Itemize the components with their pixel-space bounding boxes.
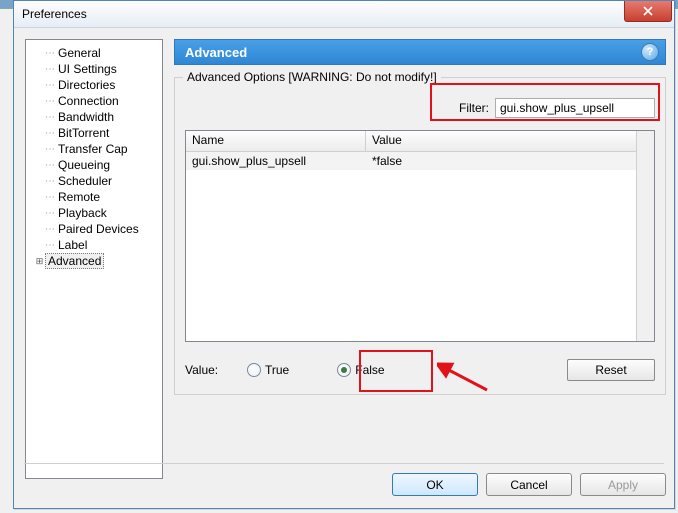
tree-item-directories[interactable]: ⋯Directories <box>28 77 160 93</box>
tree-item-ui-settings[interactable]: ⋯UI Settings <box>28 61 160 77</box>
close-button[interactable] <box>624 1 672 22</box>
cancel-button[interactable]: Cancel <box>486 473 572 496</box>
tree-item-paired-devices[interactable]: ⋯Paired Devices <box>28 221 160 237</box>
ok-button[interactable]: OK <box>392 473 478 496</box>
tree-item-scheduler[interactable]: ⋯Scheduler <box>28 173 160 189</box>
tree-item-label: Scheduler <box>56 174 114 188</box>
expand-icon[interactable]: ⊞ <box>34 256 45 267</box>
tree-branch-icon: ⋯ <box>45 224 54 235</box>
tree-item-label: Transfer Cap <box>56 142 130 156</box>
radio-false-label: False <box>355 363 384 377</box>
window-title: Preferences <box>22 7 87 21</box>
tree-item-label: Queueing <box>56 158 112 172</box>
tree-item-queueing[interactable]: ⋯Queueing <box>28 157 160 173</box>
tree-item-bittorrent[interactable]: ⋯BitTorrent <box>28 125 160 141</box>
tree-branch-icon: ⋯ <box>45 96 54 107</box>
apply-button[interactable]: Apply <box>580 473 666 496</box>
radio-true[interactable]: True <box>247 363 289 377</box>
tree-item-label: Paired Devices <box>56 222 141 236</box>
reset-button[interactable]: Reset <box>567 359 655 381</box>
titlebar[interactable]: Preferences <box>14 1 674 28</box>
tree-branch-icon: ⋯ <box>45 192 54 203</box>
tree-item-remote[interactable]: ⋯Remote <box>28 189 160 205</box>
tree-item-label: Directories <box>56 78 117 92</box>
dialog-buttons: OK Cancel Apply <box>174 473 666 496</box>
radio-icon <box>337 363 351 377</box>
help-button[interactable]: ? <box>641 43 659 61</box>
tree-item-label: Playback <box>56 206 109 220</box>
tree-branch-icon: ⋯ <box>45 240 54 251</box>
tree-branch-icon: ⋯ <box>45 80 54 91</box>
tree-item-advanced[interactable]: ⊞Advanced <box>28 253 160 269</box>
separator <box>24 463 664 464</box>
annotation-arrow-icon <box>437 358 497 398</box>
filter-input[interactable] <box>495 98 655 118</box>
tree-branch-icon: ⋯ <box>45 48 54 59</box>
category-tree[interactable]: ⋯General ⋯UI Settings ⋯Directories ⋯Conn… <box>25 39 163 479</box>
tree-item-label: Advanced <box>45 253 104 269</box>
help-icon: ? <box>647 46 654 58</box>
tree-branch-icon: ⋯ <box>45 160 54 171</box>
tree-branch-icon: ⋯ <box>45 64 54 75</box>
group-legend: Advanced Options [WARNING: Do not modify… <box>183 70 441 84</box>
tree-item-label: Bandwidth <box>56 110 116 124</box>
tree-item-transfer-cap[interactable]: ⋯Transfer Cap <box>28 141 160 157</box>
tree-branch-icon: ⋯ <box>45 128 54 139</box>
tree-item-label: Label <box>56 238 89 252</box>
tree-branch-icon: ⋯ <box>45 112 54 123</box>
tree-item-label: Connection <box>56 94 121 108</box>
table-header: Name Value <box>186 131 654 152</box>
tree-branch-icon: ⋯ <box>45 176 54 187</box>
tree-branch-icon: ⋯ <box>45 144 54 155</box>
tree-item-label: UI Settings <box>56 62 119 76</box>
tree-item-connection[interactable]: ⋯Connection <box>28 93 160 109</box>
tree-item-playback[interactable]: ⋯Playback <box>28 205 160 221</box>
tree-item-label: General <box>56 46 103 60</box>
tree-item-general[interactable]: ⋯General <box>28 45 160 61</box>
column-header-value[interactable]: Value <box>366 131 654 151</box>
close-icon <box>643 6 653 16</box>
radio-icon <box>247 363 261 377</box>
cell-name: gui.show_plus_upsell <box>186 154 366 168</box>
radio-true-label: True <box>265 363 289 377</box>
tree-item-label: Remote <box>56 190 102 204</box>
panel-title: Advanced <box>185 45 247 60</box>
preferences-dialog: Preferences ⋯General ⋯UI Settings ⋯Direc… <box>13 0 675 509</box>
radio-false[interactable]: False <box>337 363 384 377</box>
scrollbar[interactable] <box>636 131 654 341</box>
column-header-name[interactable]: Name <box>186 131 366 151</box>
filter-label: Filter: <box>459 101 489 115</box>
cell-value: *false <box>366 154 654 168</box>
options-table[interactable]: Name Value gui.show_plus_upsell *false <box>185 130 655 342</box>
table-row[interactable]: gui.show_plus_upsell *false <box>186 152 654 170</box>
value-label: Value: <box>185 363 233 377</box>
tree-branch-icon: ⋯ <box>45 208 54 219</box>
tree-item-label[interactable]: ⋯Label <box>28 237 160 253</box>
panel-header: Advanced ? <box>174 39 666 65</box>
tree-item-bandwidth[interactable]: ⋯Bandwidth <box>28 109 160 125</box>
tree-item-label: BitTorrent <box>56 126 111 140</box>
advanced-options-group: Advanced Options [WARNING: Do not modify… <box>174 77 666 395</box>
